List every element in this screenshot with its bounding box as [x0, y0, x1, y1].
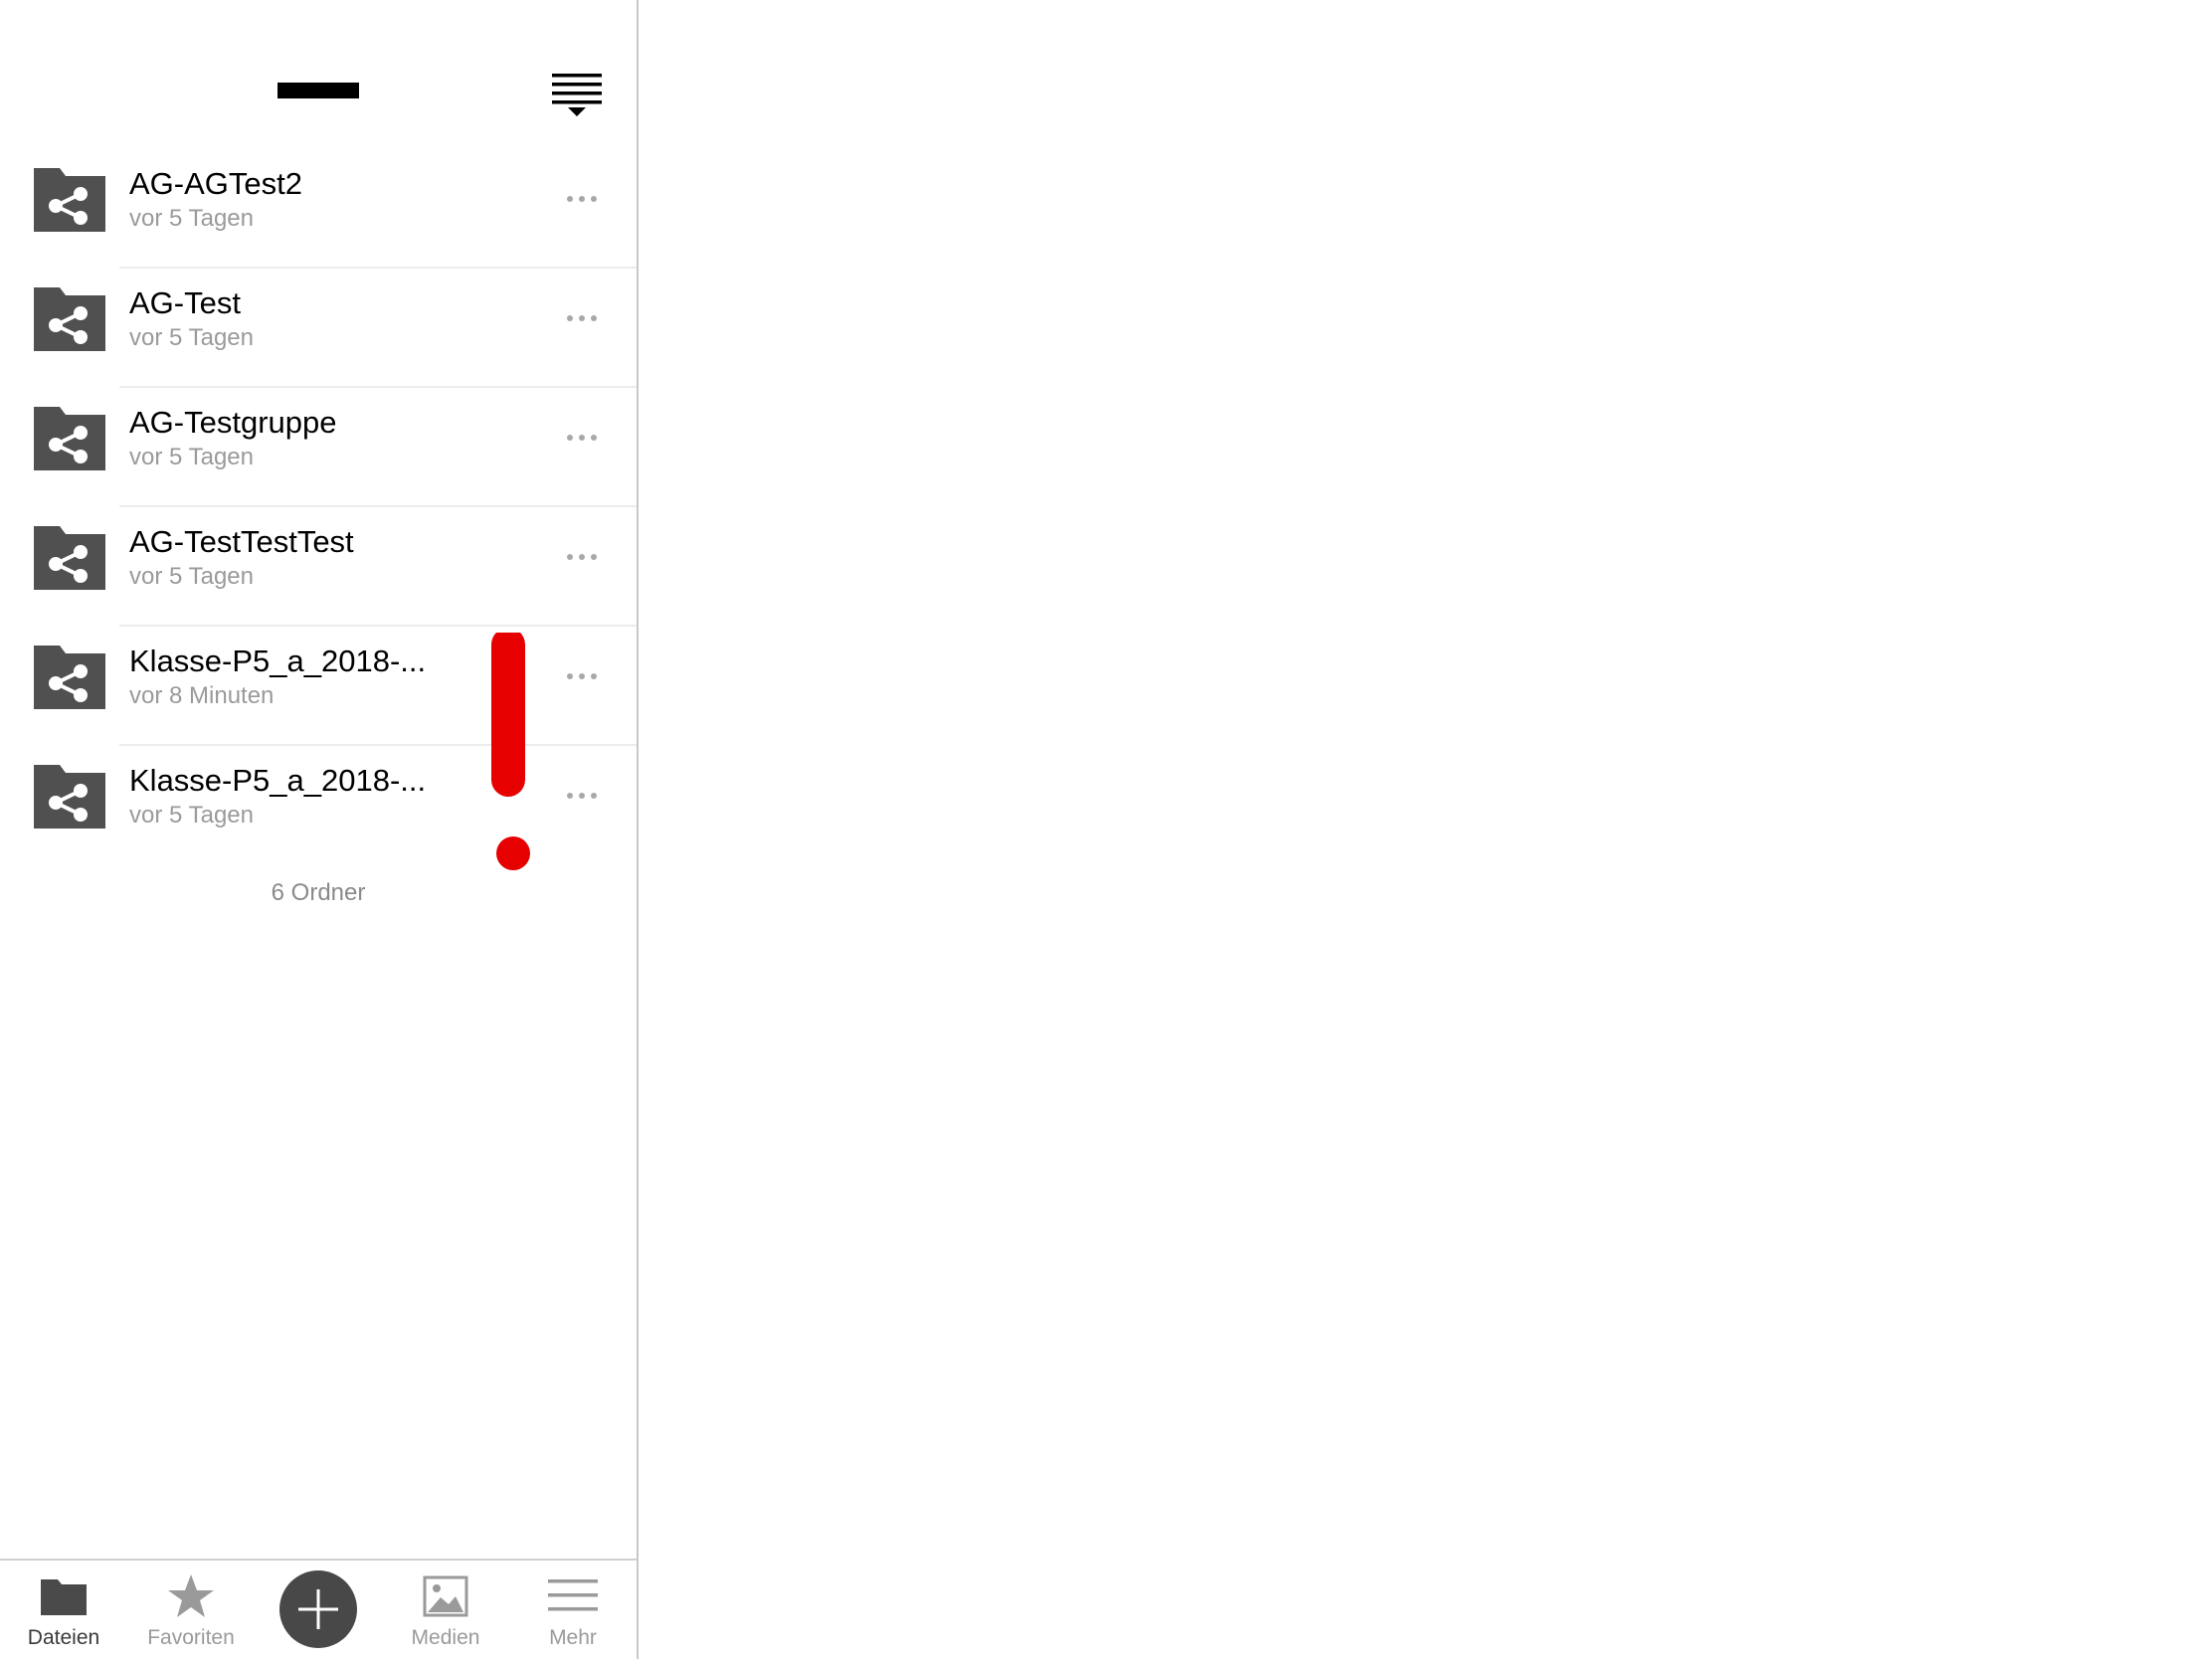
folder-date: vor 5 Tagen — [129, 324, 254, 351]
list-item[interactable]: AG-AGTest2 vor 5 Tagen — [0, 149, 637, 269]
tab-bar: Dateien Favoriten Medien Mehr — [0, 1559, 637, 1659]
more-options-icon[interactable] — [557, 782, 607, 810]
folder-name: AG-AGTest2 — [129, 166, 302, 201]
shared-folder-icon — [34, 287, 105, 351]
list-item[interactable]: Klasse-P5_a_2018-... vor 5 Tagen — [0, 746, 637, 865]
more-options-icon[interactable] — [557, 543, 607, 571]
shared-folder-icon — [34, 168, 105, 232]
plus-icon — [298, 1589, 338, 1629]
tab-favorites-label: Favoriten — [147, 1626, 235, 1649]
shared-folder-icon — [34, 526, 105, 590]
folder-date: vor 5 Tagen — [129, 444, 254, 470]
folder-count: 6 Ordner — [271, 879, 366, 906]
folder-date: vor 5 Tagen — [129, 205, 254, 232]
sort-list-icon[interactable] — [549, 70, 605, 119]
list-item[interactable]: AG-TestTestTest vor 5 Tagen — [0, 507, 637, 627]
list-item[interactable]: AG-Test vor 5 Tagen — [0, 269, 637, 388]
folder-name: AG-Test — [129, 285, 241, 320]
tab-more[interactable]: Mehr — [509, 1561, 637, 1661]
tab-files-label: Dateien — [27, 1626, 100, 1649]
image-icon — [423, 1575, 468, 1617]
folder-name: Klasse-P5_a_2018-... — [129, 644, 427, 678]
file-list-panel: AG-AGTest2 vor 5 Tagen AG-Test vor 5 Tag… — [0, 0, 639, 1659]
menu-icon — [548, 1579, 598, 1611]
more-options-icon[interactable] — [557, 185, 607, 213]
shared-folder-icon — [34, 646, 105, 709]
title-bar-icon — [277, 83, 359, 98]
more-options-icon[interactable] — [557, 424, 607, 452]
more-options-icon[interactable] — [557, 304, 607, 332]
folder-date: vor 5 Tagen — [129, 563, 254, 590]
folder-name: AG-TestTestTest — [129, 524, 354, 559]
folder-date: vor 8 Minuten — [129, 682, 275, 709]
list-item[interactable]: Klasse-P5_a_2018-... vor 8 Minuten — [0, 627, 637, 746]
list-item[interactable]: AG-Testgruppe vor 5 Tagen — [0, 388, 637, 507]
tab-media[interactable]: Medien — [382, 1561, 509, 1661]
exclamation-annotation-icon — [491, 633, 530, 870]
star-icon — [168, 1574, 214, 1617]
more-options-icon[interactable] — [557, 662, 607, 690]
folder-icon — [41, 1579, 87, 1615]
tab-files[interactable]: Dateien — [0, 1561, 127, 1661]
tab-more-label: Mehr — [549, 1626, 597, 1649]
shared-folder-icon — [34, 407, 105, 470]
tab-favorites[interactable]: Favoriten — [127, 1561, 255, 1661]
folder-name: AG-Testgruppe — [129, 405, 337, 440]
folder-name: Klasse-P5_a_2018-... — [129, 763, 427, 798]
add-button[interactable] — [279, 1570, 357, 1648]
folder-date: vor 5 Tagen — [129, 802, 254, 829]
tab-media-label: Medien — [411, 1626, 480, 1649]
detail-pane — [641, 0, 2212, 1659]
folder-list: AG-AGTest2 vor 5 Tagen AG-Test vor 5 Tag… — [0, 149, 637, 865]
shared-folder-icon — [34, 765, 105, 829]
header — [0, 0, 637, 149]
